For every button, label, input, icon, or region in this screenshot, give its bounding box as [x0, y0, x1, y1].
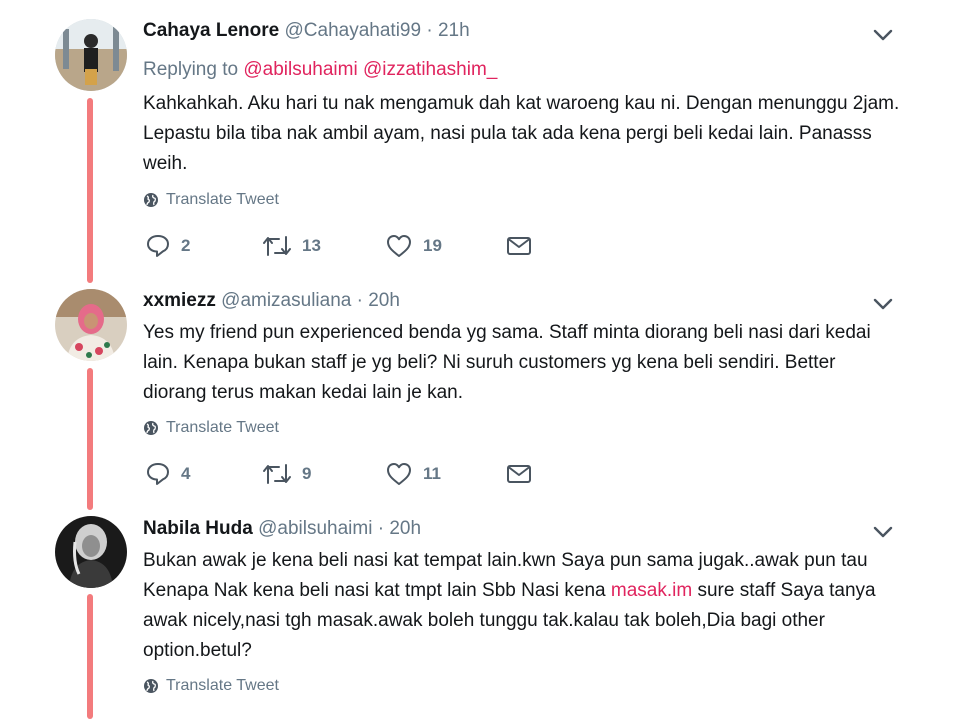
avatar-nabila-huda[interactable]	[55, 516, 127, 588]
display-name[interactable]: Nabila Huda	[143, 518, 253, 539]
translate-tweet-button[interactable]: Translate Tweet	[143, 677, 279, 695]
tweet-link[interactable]: masak.im	[611, 580, 692, 601]
timestamp[interactable]: 20h	[389, 518, 421, 539]
globe-icon	[144, 679, 158, 693]
tweet-text: Bukan awak je kena beli nasi kat tempat …	[143, 546, 903, 666]
tweet-3: Nabila Huda @abilsuhaimi · 20h Bukan awa…	[0, 0, 953, 719]
translate-label: Translate Tweet	[166, 677, 279, 694]
separator-dot: ·	[377, 518, 385, 539]
username[interactable]: @abilsuhaimi	[258, 518, 372, 539]
tweet-header: Nabila Huda @abilsuhaimi · 20h	[143, 518, 421, 540]
thread-line	[87, 594, 93, 719]
chevron-down-icon[interactable]	[872, 521, 894, 543]
